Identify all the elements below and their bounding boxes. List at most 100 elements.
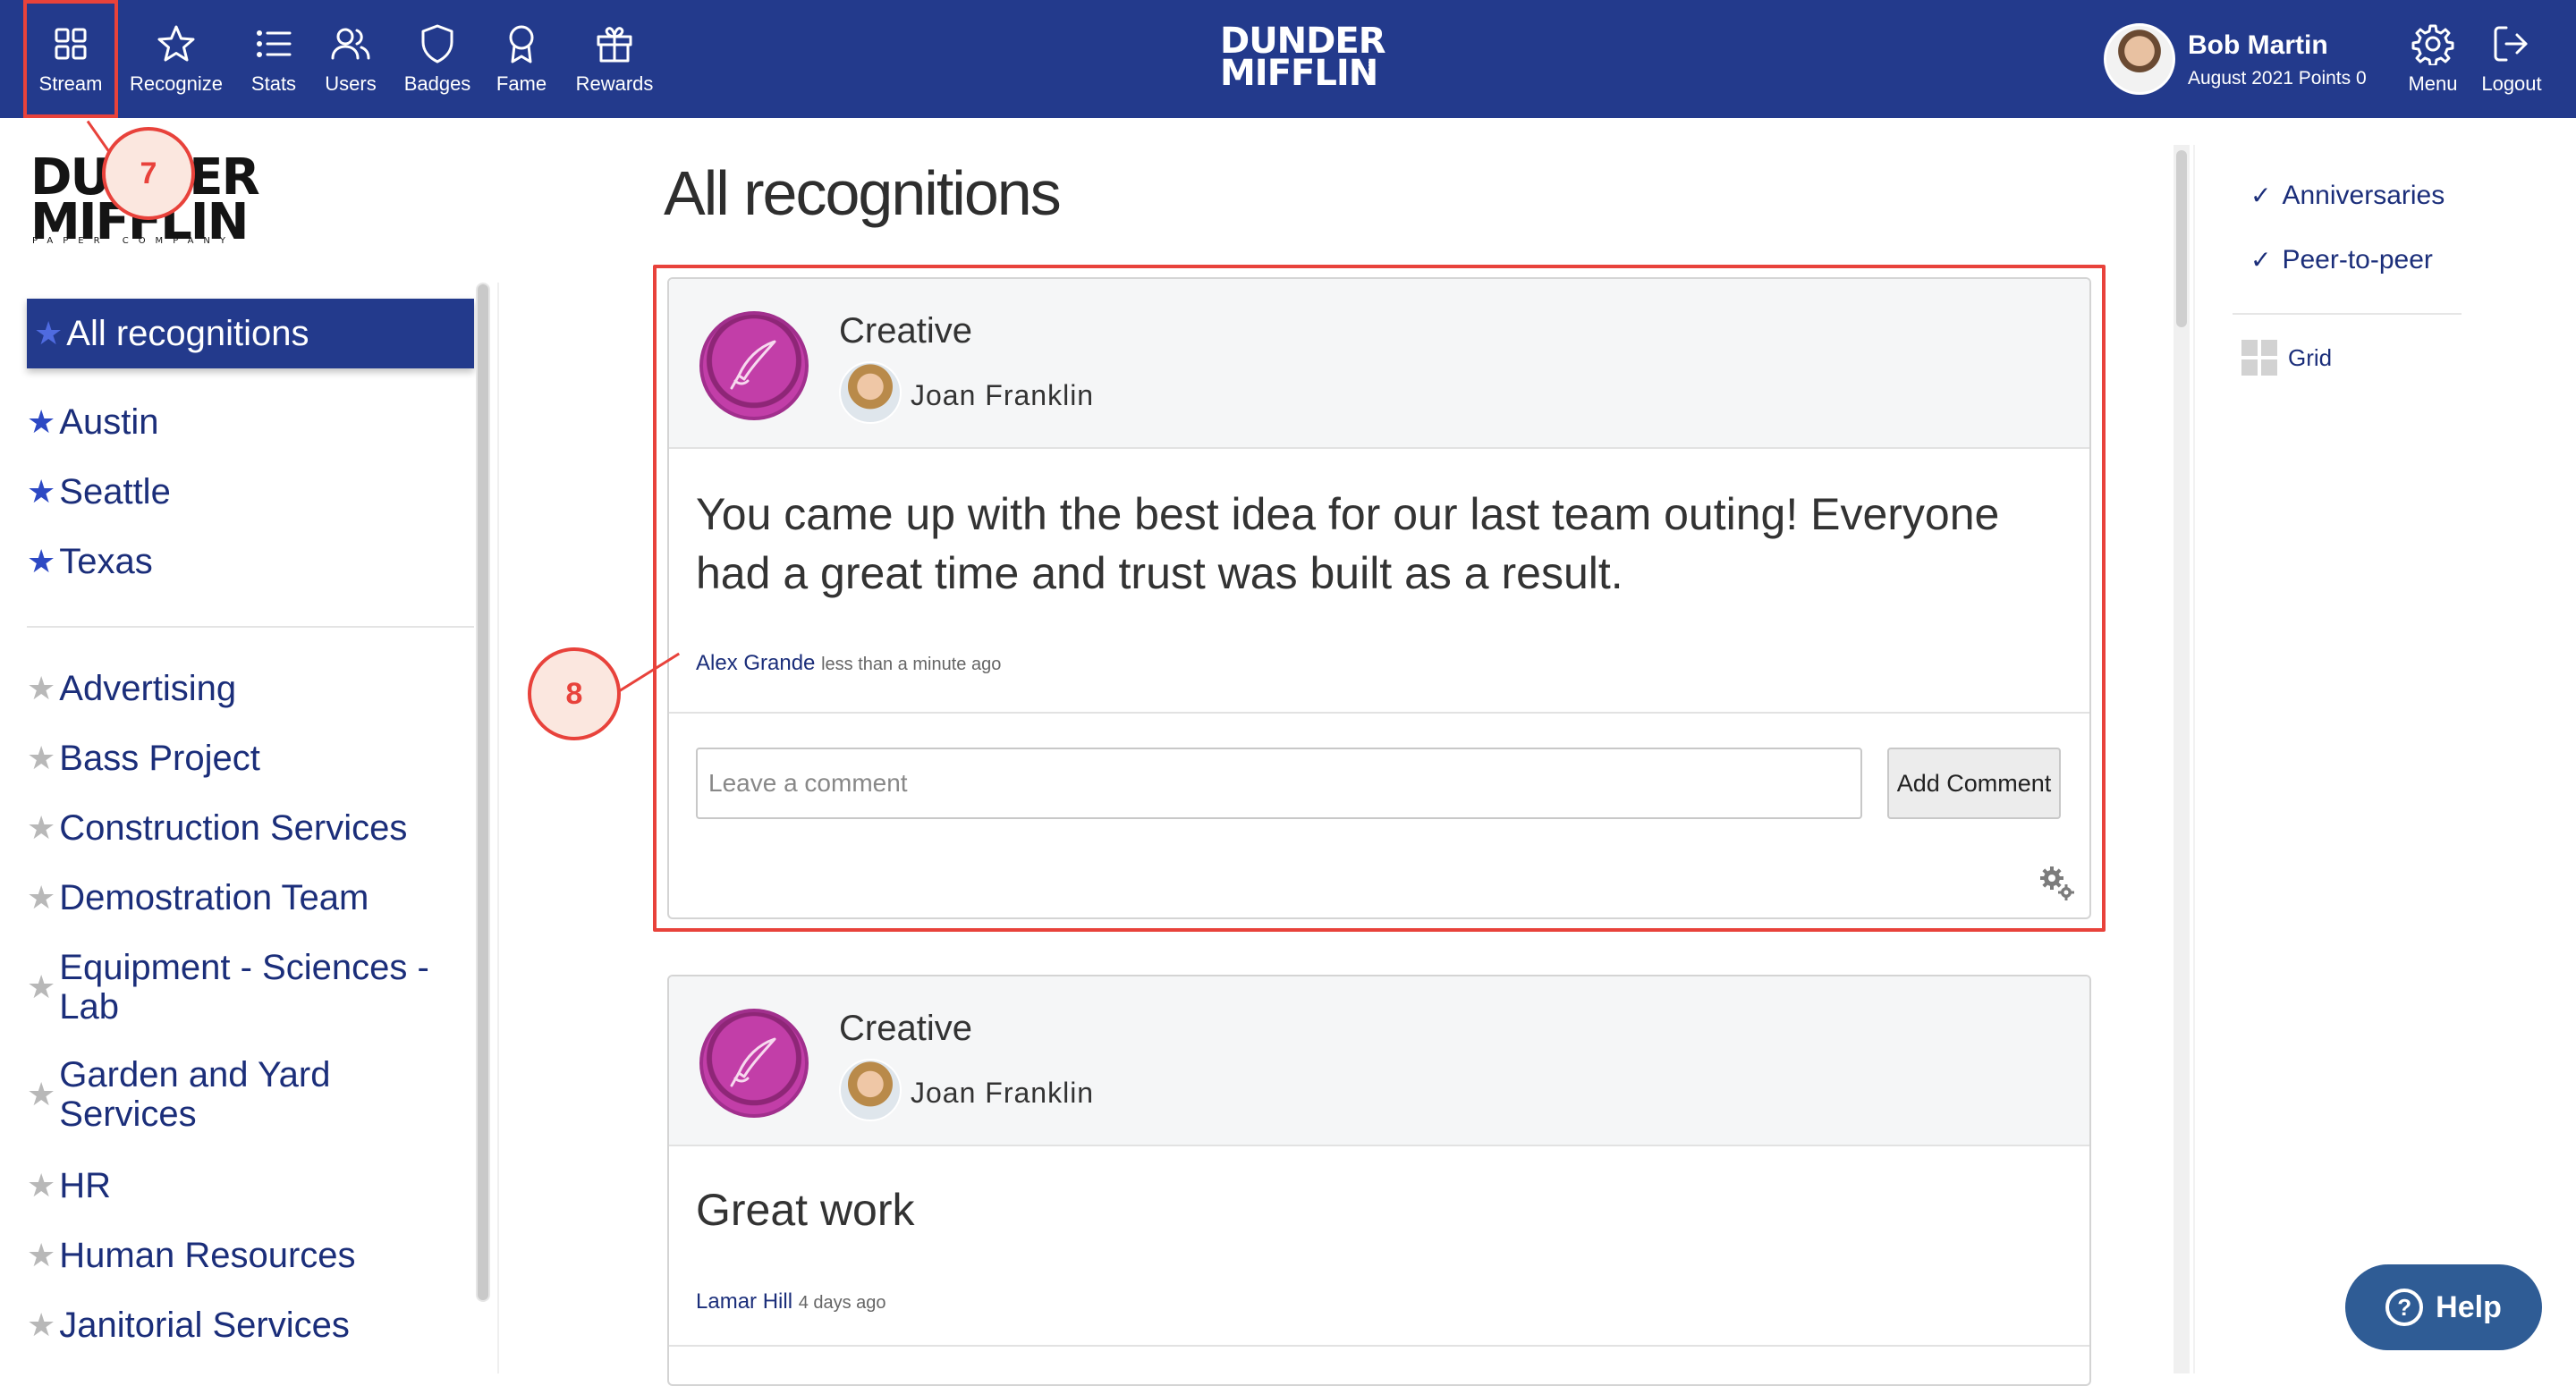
sidebar-item-equipment-sciences-lab[interactable]: ★ Equipment - Sciences - Lab [27, 948, 447, 1027]
star-icon[interactable]: ★ [27, 1075, 55, 1114]
sidebar-divider [27, 626, 474, 628]
user-points: August 2021 Points 0 [2188, 68, 2367, 89]
sidebar-item-garden-and-yard-services[interactable]: ★ Garden and Yard Services [27, 1055, 420, 1134]
sidebar-item-label: Austin [59, 402, 159, 442]
sidebar-item-bass-project[interactable]: ★ Bass Project [27, 739, 474, 778]
sidebar-item-advertising[interactable]: ★ Advertising [27, 669, 474, 708]
sidebar-item-label: Texas [59, 542, 153, 581]
menu-button[interactable]: Menu [2397, 0, 2469, 118]
settings-gear-icon[interactable] [2038, 864, 2077, 903]
star-icon[interactable]: ★ [27, 1306, 55, 1345]
sidebar-item-texas[interactable]: ★ Texas [27, 542, 474, 581]
sidebar-item-label: Equipment - Sciences - Lab [59, 948, 429, 1027]
comment-input[interactable]: Leave a comment [696, 748, 1862, 819]
filter-peer-to-peer[interactable]: ✓ Peer-to-peer [2250, 245, 2433, 275]
help-button[interactable]: ? Help [2345, 1264, 2542, 1350]
logout-icon [2494, 26, 2528, 62]
recipient-avatar[interactable] [839, 1059, 902, 1121]
nav-label: Rewards [575, 72, 654, 95]
main-scrollbar[interactable] [2174, 145, 2190, 1373]
star-icon[interactable]: ★ [27, 808, 55, 848]
gift-icon [597, 27, 632, 63]
scrollbar-thumb[interactable] [2176, 150, 2187, 327]
nav-users[interactable]: Users [317, 0, 385, 118]
card-separator [669, 712, 2089, 714]
timestamp: 4 days ago [798, 1293, 886, 1313]
sidebar-item-label: Garden and Yard Services [59, 1055, 331, 1134]
sidebar-item-seattle[interactable]: ★ Seattle [27, 472, 474, 511]
filter-divider [2233, 313, 2462, 315]
nav-label: Recognize [130, 72, 223, 95]
star-icon[interactable]: ★ [27, 402, 55, 442]
nav-label: Stream [38, 72, 103, 95]
sidebar-item-label: All recognitions [66, 314, 309, 353]
star-icon[interactable]: ★ [27, 472, 55, 511]
logo-subtitle: PAPER COMPANY [32, 236, 236, 246]
sidebar-item-label: Construction Services [59, 808, 408, 848]
filter-anniversaries[interactable]: ✓ Anniversaries [2250, 181, 2445, 211]
star-icon[interactable]: ★ [27, 542, 55, 581]
sidebar-item-austin[interactable]: ★ Austin [27, 402, 474, 442]
sidebar-scrollbar[interactable] [476, 283, 490, 1302]
star-icon[interactable]: ★ [27, 878, 55, 917]
recipient-name[interactable]: Joan Franklin [911, 1077, 1094, 1110]
sidebar-item-label: Bass Project [59, 739, 260, 778]
sidebar-item-janitorial-services[interactable]: ★ Janitorial Services [27, 1306, 474, 1345]
nav-label: Stats [250, 72, 297, 95]
star-icon[interactable]: ★ [27, 968, 55, 1007]
brand-logo[interactable]: DUNDER MIFFLIN INC [1220, 23, 1386, 93]
brand-suffix: INC [1366, 61, 1375, 77]
recognition-card: Creative Joan Franklin Great work Lamar … [667, 975, 2091, 1386]
recipient-name[interactable]: Joan Franklin [911, 379, 1094, 412]
author-link[interactable]: Lamar Hill [696, 1289, 792, 1314]
help-label: Help [2436, 1289, 2502, 1324]
nav-stats[interactable]: Stats [242, 0, 306, 118]
sidebar-item-demostration-team[interactable]: ★ Demostration Team [27, 878, 474, 917]
star-icon[interactable]: ★ [27, 739, 55, 778]
star-icon [157, 25, 195, 62]
menu-label: Menu [2408, 72, 2458, 95]
card-header: Creative Joan Franklin [669, 279, 2089, 449]
recognition-message: Great work [696, 1185, 915, 1235]
top-navigation-bar: Stream Recognize Stats Users Badges Fame [0, 0, 2576, 118]
logout-label: Logout [2481, 72, 2542, 95]
sidebar-item-label: Human Resources [59, 1236, 356, 1275]
logout-button[interactable]: Logout [2474, 0, 2549, 118]
sidebar-item-label: Advertising [59, 669, 237, 708]
recognition-message: You came up with the best idea for our l… [696, 489, 2000, 598]
author-link[interactable]: Alex Grande [696, 651, 815, 675]
nav-recognize[interactable]: Recognize [125, 0, 227, 118]
star-icon[interactable]: ★ [27, 1236, 55, 1275]
scrollbar-thumb[interactable] [478, 284, 488, 1300]
sidebar-item-construction-services[interactable]: ★ Construction Services [27, 808, 474, 848]
user-name[interactable]: Bob Martin [2188, 30, 2328, 61]
page-title: All recognitions [664, 158, 1062, 228]
nav-rewards[interactable]: Rewards [569, 0, 660, 118]
nav-fame[interactable]: Fame [490, 0, 553, 118]
star-icon[interactable]: ★ [34, 315, 63, 352]
sidebar-item-label: Janitorial Services [59, 1306, 350, 1345]
grid-label: Grid [2288, 343, 2333, 371]
recipient-avatar[interactable] [839, 361, 902, 424]
right-divider [2193, 145, 2195, 1373]
creative-badge-icon[interactable] [699, 1009, 809, 1118]
grid-view-toggle[interactable]: Grid [2241, 340, 2332, 376]
grid-icon [2241, 340, 2277, 376]
sidebar-item-all-recognitions[interactable]: ★ All recognitions [27, 299, 474, 368]
timestamp: less than a minute ago [821, 655, 1002, 674]
recognition-card: Creative Joan Franklin You came up with … [667, 277, 2091, 919]
sidebar-item-hr[interactable]: ★ HR [27, 1166, 474, 1205]
badge-name[interactable]: Creative [839, 1009, 972, 1049]
sidebar-item-human-resources[interactable]: ★ Human Resources [27, 1236, 474, 1275]
user-avatar[interactable] [2104, 23, 2175, 95]
card-header: Creative Joan Franklin [669, 976, 2089, 1146]
star-icon[interactable]: ★ [27, 669, 55, 708]
badge-name[interactable]: Creative [839, 311, 972, 351]
star-icon[interactable]: ★ [27, 1166, 55, 1205]
creative-badge-icon[interactable] [699, 311, 809, 420]
add-comment-button[interactable]: Add Comment [1887, 748, 2061, 819]
sidebar-item-label: Demostration Team [59, 878, 369, 917]
brand-line-2: MIFFLIN INC [1220, 55, 1378, 91]
nav-stream[interactable]: Stream [23, 0, 118, 118]
nav-badges[interactable]: Badges [401, 0, 474, 118]
